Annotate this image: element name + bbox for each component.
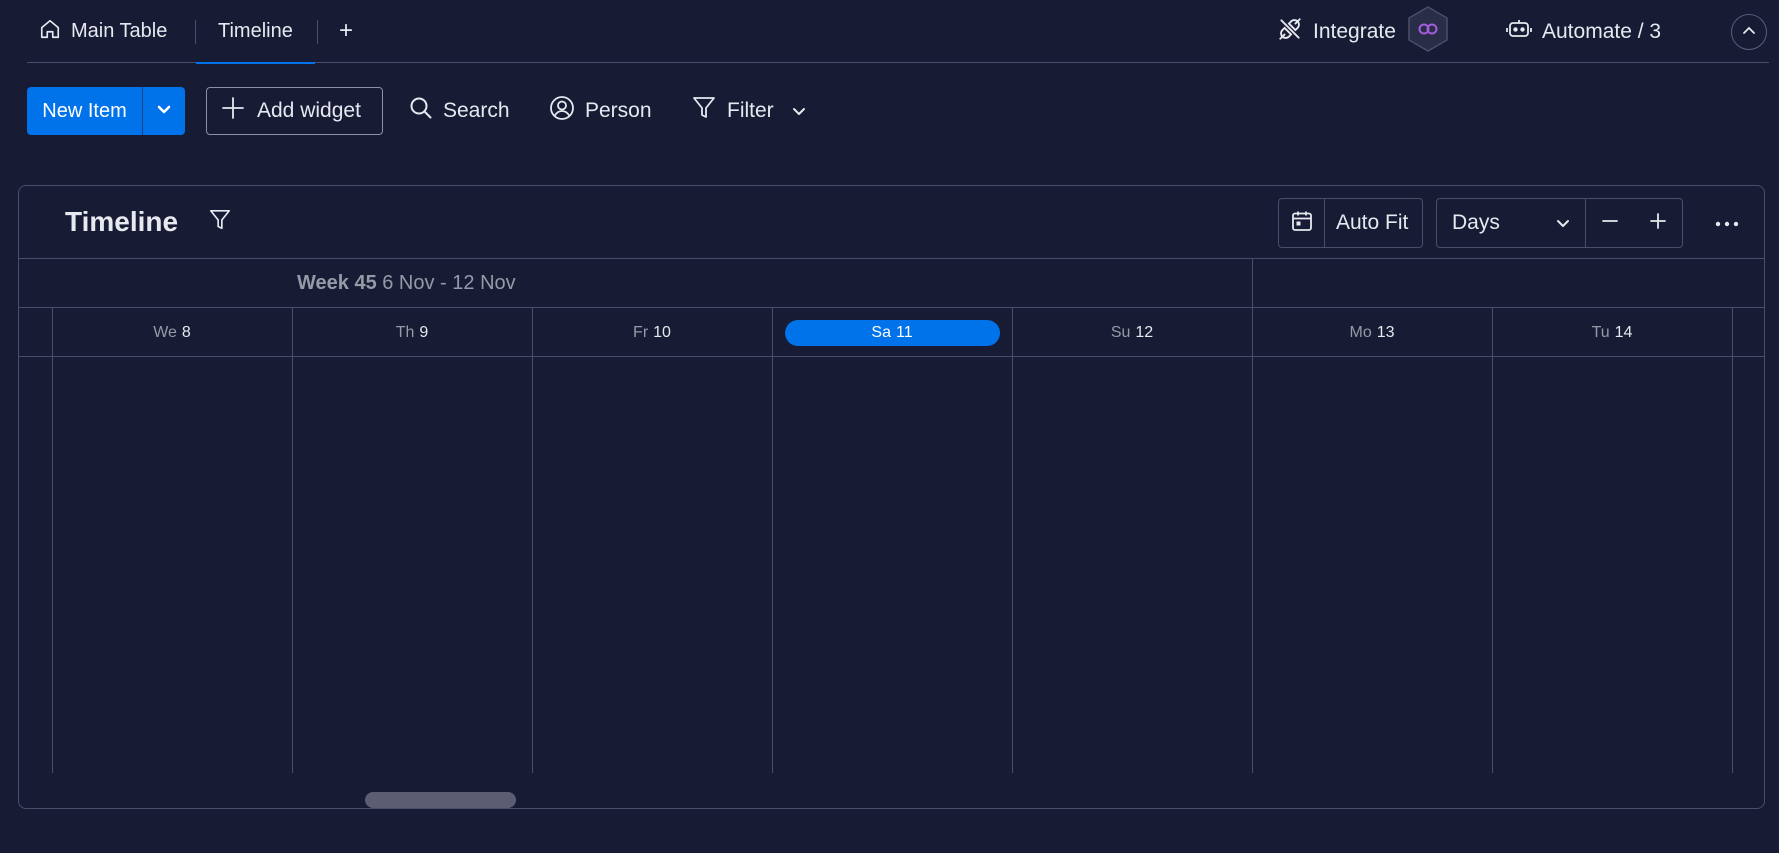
- plug-off-icon: [1277, 16, 1303, 48]
- day-grid-line: [52, 308, 53, 773]
- new-item-dropdown-button[interactable]: [143, 87, 185, 135]
- more-dots-icon: [1715, 214, 1739, 232]
- filter-options-button[interactable]: [791, 87, 807, 135]
- auto-fit-button[interactable]: Auto Fit: [1325, 211, 1408, 235]
- timeline-header: Timeline Auto Fit Days: [19, 186, 1764, 259]
- week-range: 6 Nov - 12 Nov: [382, 272, 516, 294]
- day-number: 11: [895, 323, 913, 341]
- zoom-out-button[interactable]: [1586, 199, 1634, 247]
- more-options-button[interactable]: [1709, 208, 1745, 238]
- day-header-today: Sa 11: [772, 308, 1012, 357]
- today-highlight: Sa 11: [784, 319, 1000, 346]
- chevron-down-icon: [1555, 211, 1571, 235]
- day-header-th-9: Th 9: [292, 308, 532, 357]
- person-label: Person: [585, 99, 652, 122]
- scale-dropdown[interactable]: Days: [1437, 199, 1586, 247]
- new-item-button[interactable]: New Item: [27, 87, 143, 135]
- day-name: Tu: [1591, 323, 1610, 341]
- plus-icon: [1649, 212, 1667, 235]
- board-views-bar: Main Table Timeline + Integrate Automate…: [27, 0, 1769, 64]
- filter-icon: [208, 208, 232, 237]
- tab-divider: [317, 20, 318, 44]
- timeline-widget: Timeline Auto Fit Days Week 45 6 Nov - 1…: [18, 185, 1765, 809]
- day-number: 12: [1135, 323, 1154, 341]
- tab-label: Main Table: [71, 20, 168, 42]
- timeline-scale-control: Days: [1436, 198, 1683, 248]
- day-number: 8: [181, 323, 191, 341]
- automate-label: Automate / 3: [1542, 19, 1662, 43]
- integrations-hexagon-icon: [1406, 5, 1450, 59]
- search-label: Search: [443, 99, 510, 122]
- day-number: 13: [1376, 323, 1395, 341]
- search-button[interactable]: Search: [409, 87, 510, 135]
- filter-label: Filter: [727, 99, 774, 122]
- tab-label: Timeline: [218, 20, 293, 42]
- auto-fit-control: Auto Fit: [1278, 198, 1423, 248]
- day-grid-line: [1252, 308, 1253, 773]
- tab-main-table[interactable]: Main Table: [39, 0, 167, 63]
- integrate-label: Integrate: [1313, 19, 1396, 43]
- chevron-up-icon: [1742, 23, 1756, 41]
- board-toolbar: New Item Add widget Search Person Filter: [27, 87, 827, 135]
- home-icon: [39, 18, 61, 46]
- chevron-down-icon: [791, 99, 807, 123]
- robot-icon: [1506, 17, 1532, 47]
- person-circle-icon: [549, 95, 575, 127]
- days-header-row: We 8 Th 9 Fr 10 Sa 11 Su 12 Mo 13 Tu 14: [19, 308, 1764, 357]
- scale-value: Days: [1452, 211, 1500, 234]
- search-icon: [409, 96, 433, 126]
- day-name: Fr: [633, 323, 649, 341]
- day-number: 10: [653, 323, 671, 341]
- week-divider: [1252, 259, 1253, 308]
- day-grid-line: [292, 308, 293, 773]
- day-name: Th: [395, 323, 415, 341]
- day-header-tu-14: Tu 14: [1492, 308, 1732, 357]
- add-widget-button[interactable]: Add widget: [206, 87, 383, 135]
- calendar-icon: [1290, 209, 1314, 238]
- filter-icon: [691, 95, 717, 127]
- automate-button[interactable]: Automate / 3: [1506, 0, 1661, 63]
- day-number: 9: [419, 323, 429, 341]
- day-header-mo-13: Mo 13: [1252, 308, 1492, 357]
- day-grid-line: [1012, 308, 1013, 773]
- day-grid-line: [532, 308, 533, 773]
- day-name: Sa: [871, 323, 891, 341]
- integrate-button[interactable]: Integrate: [1277, 0, 1450, 63]
- day-grid-line: [1732, 308, 1733, 773]
- collapse-header-button[interactable]: [1731, 14, 1767, 50]
- zoom-in-button[interactable]: [1634, 199, 1682, 247]
- day-header-su-12: Su 12: [1012, 308, 1252, 357]
- filter-button[interactable]: Filter: [691, 87, 774, 135]
- minus-icon: [1601, 212, 1619, 235]
- add-widget-label: Add widget: [257, 99, 361, 122]
- day-name: We: [153, 323, 177, 341]
- plus-icon: [221, 96, 245, 126]
- day-grid-line: [772, 308, 773, 773]
- day-header-fr-10: Fr 10: [532, 308, 772, 357]
- week-label: Week 45 6 Nov - 12 Nov: [297, 272, 516, 295]
- day-header-we-8: We 8: [52, 308, 292, 357]
- chevron-down-icon: [156, 102, 172, 120]
- timeline-filter-button[interactable]: [206, 208, 234, 236]
- person-filter-button[interactable]: Person: [549, 87, 652, 135]
- week-header-row: Week 45 6 Nov - 12 Nov: [19, 259, 1764, 308]
- day-number: 14: [1614, 323, 1633, 341]
- horizontal-scrollbar-thumb[interactable]: [365, 792, 516, 808]
- add-view-button[interactable]: +: [331, 16, 361, 46]
- week-title: Week 45: [297, 272, 377, 294]
- day-grid-line: [1492, 308, 1493, 773]
- new-item-split-button: New Item: [27, 87, 185, 135]
- tab-timeline[interactable]: Timeline: [196, 0, 315, 64]
- day-name: Mo: [1349, 323, 1372, 341]
- go-to-today-button[interactable]: [1279, 199, 1325, 247]
- timeline-title: Timeline: [65, 206, 179, 237]
- day-name: Su: [1110, 323, 1131, 341]
